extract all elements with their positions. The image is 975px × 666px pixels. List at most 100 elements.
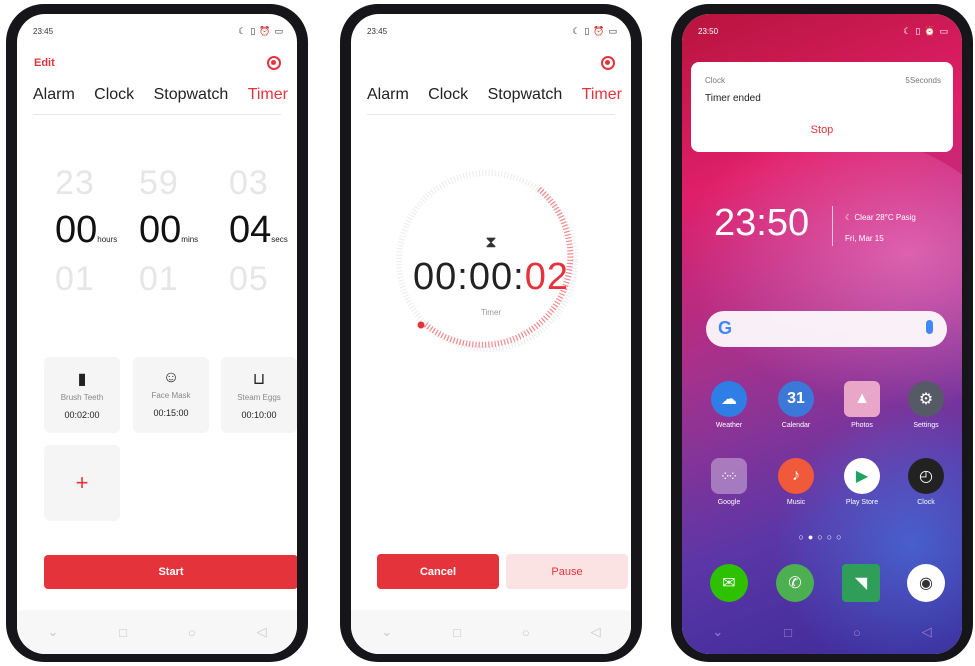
moon-icon: ☾ bbox=[845, 213, 855, 222]
secs-picker[interactable]: 03 04secs 05 bbox=[229, 164, 288, 299]
timer-seconds: 02 bbox=[524, 256, 569, 298]
tab-alarm[interactable]: Alarm bbox=[367, 86, 409, 104]
music-icon: ♪ bbox=[778, 458, 814, 494]
calendar-icon: 31 bbox=[778, 381, 814, 417]
tab-stopwatch[interactable]: Stopwatch bbox=[154, 86, 229, 104]
home-icon[interactable]: ○ bbox=[188, 625, 196, 640]
app-settings[interactable]: ⚙ Settings bbox=[904, 381, 948, 429]
app-clock[interactable]: ◴ Clock bbox=[904, 458, 948, 506]
hours-unit: hours bbox=[97, 235, 118, 244]
phone-frame-2: 23:45 ☾ ▯ ⏰ ▭ Alarm Clock Stopwatch Timer ⧗… bbox=[340, 4, 642, 662]
phone-frame-3: 23:50 ☾ ▯ ⏰ ▭ Clock 5Seconds Timer ended St… bbox=[671, 4, 973, 662]
timer-notification[interactable]: Clock 5Seconds Timer ended Stop bbox=[691, 62, 953, 152]
home-screen: 23:50 ☾ ▯ ⏰ ▭ Clock 5Seconds Timer ended St… bbox=[682, 14, 962, 654]
page-indicator: ○●○○○ bbox=[798, 532, 846, 542]
stop-button[interactable]: Stop bbox=[691, 124, 953, 136]
phone-frame-1: 23:45 ☾ ▯ ⏰ ▭ Edit Alarm Clock Stopwatch Ti… bbox=[6, 4, 308, 662]
mins-unit: mins bbox=[181, 235, 199, 244]
timer-hms: 00:00: bbox=[413, 256, 525, 298]
google-icon: G bbox=[718, 318, 733, 338]
door-icon: ▮ bbox=[77, 371, 87, 388]
secs-unit: secs bbox=[271, 235, 288, 244]
wechat-icon[interactable]: ✉ bbox=[710, 564, 748, 602]
tab-alarm[interactable]: Alarm bbox=[33, 86, 75, 104]
home-icon[interactable]: ○ bbox=[522, 625, 530, 640]
mins-value: 00 bbox=[139, 209, 182, 251]
recents-icon[interactable]: □ bbox=[119, 625, 127, 640]
clock-icon: ◴ bbox=[908, 458, 944, 494]
phone-icon[interactable]: ✆ bbox=[776, 564, 814, 602]
status-bar: 23:45 ☾ ▯ ⏰ ▭ bbox=[351, 14, 631, 48]
recents-icon[interactable]: □ bbox=[453, 625, 461, 640]
settings-gear-icon[interactable] bbox=[267, 56, 281, 70]
mins-picker[interactable]: 59 00mins 01 bbox=[139, 164, 198, 299]
app-photos[interactable]: ▲ Photos bbox=[840, 381, 884, 429]
top-bar: Edit bbox=[17, 52, 297, 74]
photos-icon: ▲ bbox=[844, 381, 880, 417]
moon-icon: ☾ bbox=[238, 25, 247, 36]
google-search-bar[interactable]: G bbox=[706, 311, 947, 347]
mic-icon[interactable] bbox=[926, 320, 933, 334]
messages-icon[interactable]: ◥ bbox=[842, 564, 880, 602]
add-preset-button[interactable]: + bbox=[44, 445, 120, 521]
app-google-folder[interactable]: ⁘⁘ Google bbox=[707, 458, 751, 506]
tab-timer[interactable]: Timer bbox=[582, 86, 622, 104]
alarm-icon: ⏰ bbox=[924, 25, 936, 36]
chevron-down-icon[interactable]: ⌄ bbox=[47, 624, 58, 640]
hours-prev: 23 bbox=[55, 164, 95, 202]
battery-icon: ▭ bbox=[608, 25, 617, 36]
tab-clock[interactable]: Clock bbox=[428, 86, 468, 104]
system-nav-bar: ⌄ □ ○ ◁ bbox=[682, 610, 962, 654]
edit-link[interactable]: Edit bbox=[34, 57, 55, 69]
plus-icon: + bbox=[75, 470, 89, 495]
tab-timer[interactable]: Timer bbox=[248, 86, 288, 104]
cancel-button[interactable]: Cancel bbox=[377, 554, 499, 589]
recents-icon[interactable]: □ bbox=[784, 625, 792, 640]
app-weather[interactable]: ☁ Weather bbox=[707, 381, 751, 429]
hours-picker[interactable]: 23 00hours 01 bbox=[55, 164, 117, 299]
back-icon[interactable]: ◁ bbox=[922, 624, 932, 640]
clock-widget-time[interactable]: 23:50 bbox=[714, 202, 809, 245]
secs-prev: 03 bbox=[229, 164, 269, 202]
alarm-icon: ⏰ bbox=[593, 25, 605, 36]
settings-icon: ⚙ bbox=[908, 381, 944, 417]
moon-icon: ☾ bbox=[903, 25, 912, 36]
pause-button[interactable]: Pause bbox=[506, 554, 628, 589]
weather-icon: ☁ bbox=[711, 381, 747, 417]
home-icon[interactable]: ○ bbox=[853, 625, 861, 640]
battery-icon: ▭ bbox=[939, 25, 948, 36]
tab-clock[interactable]: Clock bbox=[94, 86, 134, 104]
mins-prev: 59 bbox=[139, 164, 179, 202]
chevron-down-icon[interactable]: ⌄ bbox=[381, 624, 392, 640]
camera-icon[interactable]: ◉ bbox=[907, 564, 945, 602]
weather-widget[interactable]: ☾ Clear 28°C Pasig bbox=[845, 213, 916, 222]
preset-brush-teeth[interactable]: ▮ Brush Teeth 00:02:00 bbox=[44, 357, 120, 433]
status-time: 23:45 bbox=[33, 26, 54, 36]
status-bar: 23:45 ☾ ▯ ⏰ ▭ bbox=[17, 14, 297, 48]
status-time: 23:50 bbox=[698, 26, 719, 36]
tab-stopwatch[interactable]: Stopwatch bbox=[488, 86, 563, 104]
timer-label: Timer bbox=[480, 308, 502, 317]
vibrate-icon: ▯ bbox=[250, 25, 256, 36]
preset-steam-eggs[interactable]: ⊔ Steam Eggs 00:10:00 bbox=[221, 357, 297, 433]
back-icon[interactable]: ◁ bbox=[591, 624, 601, 640]
battery-icon: ▭ bbox=[274, 25, 283, 36]
start-button[interactable]: Start bbox=[44, 555, 297, 589]
app-play-store[interactable]: ▶ Play Store bbox=[840, 458, 884, 506]
notification-message: Timer ended bbox=[705, 93, 761, 104]
preset-face-mask[interactable]: ☺ Face Mask 00:15:00 bbox=[133, 357, 209, 433]
chevron-down-icon[interactable]: ⌄ bbox=[712, 624, 723, 640]
back-icon[interactable]: ◁ bbox=[257, 624, 267, 640]
face-icon: ☺ bbox=[162, 369, 180, 386]
settings-gear-icon[interactable] bbox=[601, 56, 615, 70]
tab-bar: Alarm Clock Stopwatch Timer bbox=[351, 86, 631, 104]
app-music[interactable]: ♪ Music bbox=[774, 458, 818, 506]
app-calendar[interactable]: 31 Calendar bbox=[774, 381, 818, 429]
top-bar bbox=[351, 52, 631, 74]
hours-next: 01 bbox=[55, 260, 95, 298]
system-nav-bar: ⌄ □ ○ ◁ bbox=[17, 610, 297, 654]
hours-value: 00 bbox=[55, 209, 98, 251]
status-time: 23:45 bbox=[367, 26, 388, 36]
secs-next: 05 bbox=[229, 260, 269, 298]
vibrate-icon: ▯ bbox=[584, 25, 590, 36]
